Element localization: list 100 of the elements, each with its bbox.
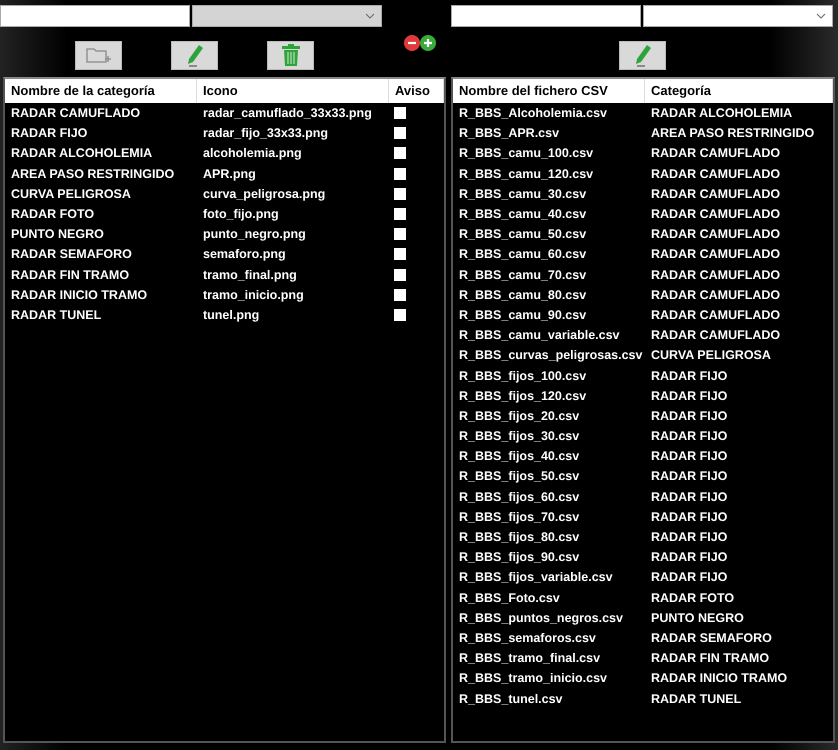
table-cell-text: RADAR FIJO — [650, 529, 728, 546]
table-cell-text: RADAR CAMUFLADO — [650, 226, 782, 244]
column-header[interactable]: Aviso — [389, 79, 444, 103]
chevron-down-icon — [365, 13, 375, 19]
table-cell-text: RADAR SEMAFORO — [650, 630, 773, 647]
table-cell-text: RADAR FIJO — [10, 125, 88, 142]
column-header[interactable]: Nombre del fichero CSV — [453, 79, 645, 103]
table-cell-text: RADAR CAMUFLADO — [650, 286, 782, 304]
table-cell-text: foto_fijo.png — [202, 206, 280, 224]
table-cell-text: R_BBS_fijos_variable.csv — [458, 569, 614, 586]
table-cell-text: AREA PASO RESTRINGIDO — [10, 166, 176, 183]
table-cell-text: RADAR FIJO — [650, 368, 728, 385]
table-cell-text: punto_negro.png — [202, 226, 307, 244]
table-cell-text: RADAR FIJO — [650, 428, 728, 446]
plus-icon[interactable] — [420, 35, 436, 51]
table-cell-text: RADAR FIN TRAMO — [10, 266, 130, 284]
table-cell-text: R_BBS_fijos_60.csv — [458, 488, 580, 506]
table-cell-text: R_BBS_camu_60.csv — [458, 246, 588, 264]
table-cell-text: R_BBS_puntos_negros.csv — [458, 610, 624, 627]
column-header[interactable]: Categoría — [645, 79, 833, 103]
folder-plus-icon — [86, 46, 112, 64]
table-cell-text: R_BBS_semaforos.csv — [458, 630, 597, 647]
checkbox[interactable] — [394, 107, 406, 120]
table-cell-text: R_BBS_camu_variable.csv — [458, 327, 621, 344]
table-cell-text: R_BBS_fijos_100.csv — [458, 368, 588, 385]
table-cell-text: semaforo.png — [202, 246, 287, 264]
column-header[interactable]: Nombre de la categoría — [5, 79, 197, 103]
table-cell-text: R_BBS_curvas_peligrosas.csv — [458, 347, 644, 364]
table-cell-text: R_BBS_fijos_40.csv — [458, 448, 580, 466]
table-cell-text: RADAR FIN TRAMO — [650, 650, 770, 668]
table-cell-text: RADAR FIJO — [650, 408, 728, 425]
table-cell-text: RADAR TUNEL — [10, 306, 102, 324]
table-cell-text: RADAR ALCOHOLEMIA — [650, 105, 794, 122]
table-cell-text: R_BBS_camu_70.csv — [458, 266, 588, 284]
table-cell-text: radar_fijo_33x33.png — [202, 125, 330, 142]
table-cell-text: RADAR CAMUFLADO — [10, 105, 142, 122]
column-header[interactable]: Icono — [197, 79, 389, 103]
table-cell-text: RADAR ALCOHOLEMIA — [10, 145, 154, 162]
table-cell-text: RADAR FIJO — [650, 468, 728, 486]
table-cell-text: R_BBS_fijos_120.csv — [458, 388, 588, 405]
table-cell-text: RADAR FIJO — [650, 569, 728, 586]
table-cell-text: R_BBS_fijos_70.csv — [458, 508, 580, 526]
table-cell-text: R_BBS_camu_100.csv — [458, 145, 594, 162]
checkbox[interactable] — [394, 268, 406, 281]
table-cell-text: RADAR CAMUFLADO — [650, 166, 782, 183]
table-cell-text: RADAR CAMUFLADO — [650, 186, 782, 203]
table-cell-text: RADAR INICIO TRAMO — [10, 286, 148, 304]
table-cell-text: RADAR CAMUFLADO — [650, 206, 782, 224]
table-cell-text: R_BBS_fijos_90.csv — [458, 549, 580, 566]
table-cell-text: R_BBS_camu_40.csv — [458, 206, 588, 224]
checkbox[interactable] — [394, 288, 406, 301]
table-cell-text: R_BBS_fijos_20.csv — [458, 408, 580, 425]
table-cell-text: CURVA PELIGROSA — [650, 347, 772, 364]
table-cell-text: RADAR FOTO — [650, 590, 736, 607]
table-cell-text: RADAR FIJO — [650, 448, 728, 466]
search-field[interactable] — [0, 5, 190, 27]
table-cell-text: tramo_inicio.png — [202, 286, 305, 304]
table-cell-text: R_BBS_fijos_80.csv — [458, 529, 580, 546]
table-cell-text: R_BBS_tramo_final.csv — [458, 650, 602, 668]
edit-button[interactable] — [619, 40, 666, 70]
table-cell-text: PUNTO NEGRO — [10, 226, 105, 244]
table-cell-text: R_BBS_camu_30.csv — [458, 186, 588, 203]
table-cell-text: radar_camuflado_33x33.png — [202, 105, 373, 122]
search-field[interactable] — [451, 5, 641, 27]
checkbox[interactable] — [394, 228, 406, 240]
table-cell-text: R_BBS_APR.csv — [458, 125, 560, 142]
checkbox[interactable] — [394, 248, 406, 260]
table-cell-text: R_BBS_tunel.csv — [458, 690, 564, 708]
table-cell-text: R_BBS_camu_90.csv — [458, 306, 588, 324]
table-cell-text: RADAR FIJO — [650, 508, 728, 526]
table-cell-text: tunel.png — [202, 306, 260, 324]
table-cell-text: RADAR CAMUFLADO — [650, 145, 782, 162]
checkbox[interactable] — [394, 168, 406, 180]
table-cell-text: R_BBS_Alcoholemia.csv — [458, 105, 608, 122]
table-cell-text: RADAR FIJO — [650, 388, 728, 405]
chevron-down-icon — [816, 13, 826, 19]
table-cell-text: R_BBS_fijos_50.csv — [458, 468, 580, 486]
table-cell-text: RADAR TUNEL — [650, 690, 742, 708]
table-cell-text: APR.png — [202, 166, 257, 183]
table-cell-text: AREA PASO RESTRINGIDO — [650, 125, 816, 142]
table-cell-text: RADAR CAMUFLADO — [650, 327, 782, 344]
trash-icon — [280, 43, 300, 67]
table-cell-text: curva_peligrosa.png — [202, 186, 326, 203]
checkbox[interactable] — [394, 127, 406, 140]
table-cell-text: RADAR INICIO TRAMO — [650, 670, 788, 688]
delete-button[interactable] — [267, 40, 314, 70]
table-cell-text: RADAR SEMAFORO — [10, 246, 133, 264]
table-cell-text: R_BBS_fijos_30.csv — [458, 428, 580, 446]
checkbox[interactable] — [394, 208, 406, 220]
table-cell-text: tramo_final.png — [202, 266, 298, 284]
table-cell-text: R_BBS_Foto.csv — [458, 590, 561, 607]
checkbox[interactable] — [394, 188, 406, 200]
table-cell-text: R_BBS_tramo_inicio.csv — [458, 670, 608, 688]
edit-button[interactable] — [171, 40, 218, 70]
table-cell-text: RADAR FIJO — [650, 488, 728, 506]
table-cell-text: R_BBS_camu_80.csv — [458, 286, 588, 304]
checkbox[interactable] — [394, 308, 406, 321]
checkbox[interactable] — [394, 147, 406, 160]
table-cell-text: R_BBS_camu_120.csv — [458, 166, 594, 183]
minus-icon[interactable] — [404, 35, 420, 51]
